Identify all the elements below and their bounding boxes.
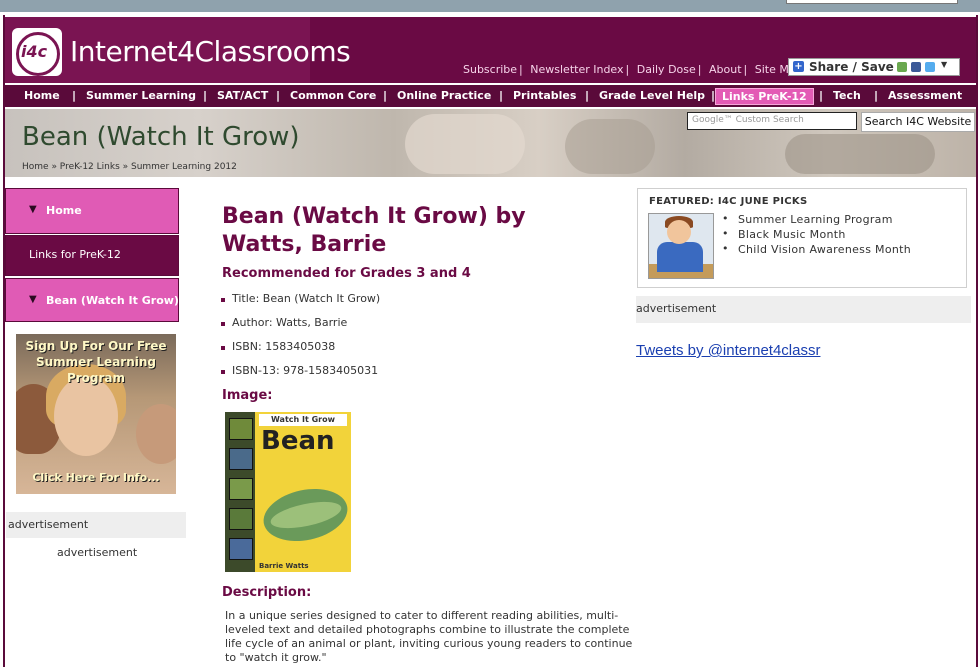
list-item: Title: Bean (Watch It Grow) bbox=[220, 292, 380, 316]
top-link-about[interactable]: About bbox=[709, 63, 742, 76]
list-item: Author: Watts, Barrie bbox=[220, 316, 380, 340]
book-meta-list: Title: Bean (Watch It Grow) Author: Watt… bbox=[220, 292, 380, 388]
tweets-link[interactable]: Tweets by @internet4classr bbox=[636, 342, 820, 359]
share-email-icon bbox=[897, 62, 907, 72]
top-link-subscribe[interactable]: Subscribe bbox=[463, 63, 517, 76]
list-item: ISBN: 1583405038 bbox=[220, 340, 380, 364]
top-link-daily-dose[interactable]: Daily Dose bbox=[637, 63, 696, 76]
nav-item-online-practice[interactable]: Online Practice bbox=[397, 89, 491, 102]
logo-area[interactable]: i4c Internet4Classrooms bbox=[5, 17, 351, 83]
chevron-down-icon: ▼ bbox=[29, 204, 37, 215]
share-save-button[interactable]: + Share / Save ▼ bbox=[788, 58, 960, 76]
list-item: ISBN-13: 978-1583405031 bbox=[220, 364, 380, 388]
search-website-button[interactable]: Search I4C Website bbox=[861, 112, 975, 132]
facebook-icon bbox=[911, 62, 921, 72]
logo-text: Internet4Classrooms bbox=[70, 35, 351, 68]
top-links: Subscribe | Newsletter Index | Daily Dose |… bbox=[463, 63, 803, 76]
featured-item[interactable]: Summer Learning Program bbox=[722, 212, 911, 228]
twitter-icon bbox=[925, 62, 935, 72]
promo-cta: Click Here For Info... bbox=[32, 471, 160, 484]
chevron-down-icon: ▼ bbox=[29, 294, 37, 305]
site-header: i4c Internet4Classrooms Subscribe | Newsl… bbox=[5, 17, 976, 83]
breadcrumb[interactable]: Home » PreK-12 Links » Summer Learning 2… bbox=[22, 162, 237, 172]
book-cover-image[interactable]: Watch It Grow Bean Barrie Watts bbox=[225, 412, 351, 572]
nav-item-home[interactable]: Home bbox=[24, 89, 60, 102]
image-heading: Image: bbox=[222, 388, 273, 403]
nav-item-tech[interactable]: Tech bbox=[833, 89, 861, 102]
description-text: In a unique series designed to cater to … bbox=[225, 609, 633, 664]
advertisement-label: advertisement bbox=[636, 296, 971, 323]
top-link-newsletter-index[interactable]: Newsletter Index bbox=[530, 63, 623, 76]
promo-headline: Sign Up For Our Free Summer Learning Pro… bbox=[25, 339, 167, 385]
advertisement-label: advertisement bbox=[6, 512, 186, 538]
browser-top-strip bbox=[0, 0, 980, 12]
sidebar-item-links-prek-12[interactable]: Links for PreK-12 bbox=[5, 235, 179, 276]
sidebar-item-bean[interactable]: ▼ Bean (Watch It Grow) bbox=[5, 278, 179, 322]
nav-item-grade-level-help[interactable]: Grade Level Help bbox=[599, 89, 705, 102]
book-cover-author: Barrie Watts bbox=[259, 562, 309, 570]
nav-item-sat-act[interactable]: SAT/ACT bbox=[217, 89, 268, 102]
plus-icon: + bbox=[793, 61, 804, 72]
page-title: Bean (Watch It Grow) by Watts, Barrie bbox=[222, 204, 526, 257]
dropdown-arrow-icon: ▼ bbox=[941, 60, 948, 69]
advertisement-label: advertisement bbox=[57, 546, 138, 559]
share-save-label: Share / Save bbox=[809, 60, 894, 74]
custom-search-placeholder: Google™ Custom Search bbox=[692, 115, 804, 125]
featured-heading: FEATURED: I4C JUNE PICKS bbox=[649, 196, 808, 207]
logo-badge-text: i4c bbox=[21, 42, 48, 61]
description-heading: Description: bbox=[222, 585, 312, 600]
nav-item-common-core[interactable]: Common Core bbox=[290, 89, 376, 102]
custom-search-input[interactable]: Google™ Custom Search bbox=[687, 112, 857, 130]
logo-icon: i4c bbox=[12, 28, 62, 76]
nav-item-assessment[interactable]: Assessment bbox=[888, 89, 962, 102]
nav-item-summer-learning[interactable]: Summer Learning bbox=[86, 89, 196, 102]
main-nav: Home | Summer Learning | SAT/ACT | Commo… bbox=[5, 85, 976, 107]
sidebar-item-label: Links for PreK-12 bbox=[29, 248, 121, 261]
banner-title: Bean (Watch It Grow) bbox=[22, 122, 300, 152]
featured-picks-box: FEATURED: I4C JUNE PICKS Summer Learning… bbox=[637, 188, 967, 288]
sidebar-item-label: Home bbox=[46, 204, 82, 217]
recommended-grades: Recommended for Grades 3 and 4 bbox=[222, 266, 471, 281]
sidebar-item-home[interactable]: ▼ Home bbox=[5, 188, 179, 234]
nav-item-printables[interactable]: Printables bbox=[513, 89, 576, 102]
featured-item[interactable]: Black Music Month bbox=[722, 227, 911, 243]
sidebar-item-label: Bean (Watch It Grow) bbox=[46, 294, 179, 307]
book-cover-title: Bean bbox=[261, 426, 335, 456]
book-series-label: Watch It Grow bbox=[259, 414, 347, 426]
nav-item-links-prek-12[interactable]: Links PreK-12 bbox=[715, 88, 814, 105]
page-banner: Bean (Watch It Grow) Home » PreK-12 Link… bbox=[5, 109, 976, 177]
top-search-box[interactable] bbox=[786, 0, 958, 4]
summer-learning-promo[interactable]: Sign Up For Our Free Summer Learning Pro… bbox=[16, 334, 176, 494]
featured-image[interactable] bbox=[648, 213, 714, 279]
featured-item[interactable]: Child Vision Awareness Month bbox=[722, 242, 911, 258]
